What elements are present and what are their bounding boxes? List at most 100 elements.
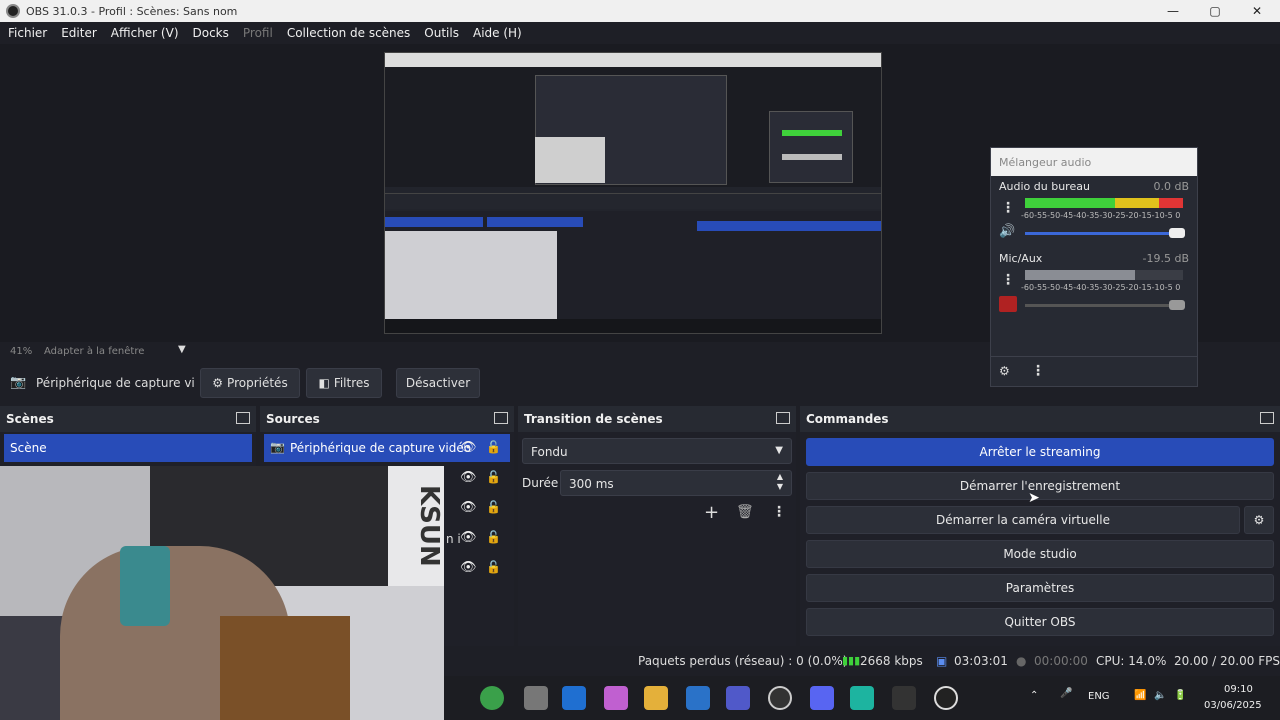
volume-meter-mic [1025, 270, 1183, 280]
menu-profile[interactable]: Profil [243, 26, 273, 40]
media-player-icon[interactable] [934, 686, 958, 710]
outlook-icon[interactable] [686, 686, 710, 710]
menu-file[interactable]: Fichier [8, 26, 47, 40]
weather-icon[interactable] [480, 686, 504, 710]
scene-item[interactable]: Scène [4, 434, 252, 462]
mixer-title[interactable]: Mélangeur audio [991, 148, 1197, 176]
eye-icon-2[interactable]: 👁 [460, 470, 477, 485]
slider-knob[interactable] [1169, 228, 1185, 238]
undock-icon-commands[interactable] [1260, 412, 1274, 424]
meter-green [1025, 198, 1115, 208]
trash-icon[interactable]: 🗑 [736, 504, 754, 520]
obs-taskbar-icon[interactable] [768, 686, 792, 710]
clock-time[interactable]: 09:10 [1224, 684, 1253, 695]
mic-icon[interactable]: 🎤 [1060, 688, 1072, 699]
stop-streaming-button[interactable]: Arrêter le streaming [806, 438, 1274, 466]
spinner-icon[interactable]: ▲ ▼ [777, 472, 783, 492]
transition-menu-icon[interactable]: ⋮ [772, 504, 786, 520]
advanced-audio-icon[interactable]: ⚙ [999, 364, 1010, 378]
undock-icon-transition[interactable] [776, 412, 790, 424]
source-item-partial[interactable]: n i [446, 532, 461, 546]
webcam-poster-text: KSUN [388, 466, 444, 586]
start-recording-button[interactable]: Démarrer l'enregistrement [806, 472, 1274, 500]
mixer-menu-icon[interactable]: ⋮ [1031, 360, 1045, 382]
undock-icon-sources[interactable] [494, 412, 508, 424]
lock-icon-3[interactable]: 🔓 [486, 500, 501, 514]
close-button[interactable]: ✕ [1234, 0, 1280, 22]
channel-db-desktop: 0.0 dB [1153, 180, 1189, 193]
meter-red [1159, 198, 1183, 208]
volume-slider-desktop[interactable] [1025, 228, 1185, 238]
preview-nested-mixer [769, 111, 853, 183]
eye-icon-5[interactable]: 👁 [460, 560, 477, 575]
battery-icon[interactable]: 🔋 [1174, 690, 1186, 701]
taskbar: ⌃ 🎤 ENG 📶 🔈 🔋 09:10 03/06/2025 [444, 676, 1280, 720]
menu-edit[interactable]: Editer [61, 26, 97, 40]
app-icon-blue[interactable] [562, 686, 586, 710]
add-icon[interactable]: + [704, 502, 719, 523]
maximize-button[interactable]: ▢ [1192, 0, 1238, 22]
camera-icon-source: 📷 [270, 440, 285, 454]
wifi-icon[interactable]: 📶 [1134, 690, 1146, 701]
preview-nested-docks [385, 211, 881, 327]
tray-chevron-icon[interactable]: ⌃ [1030, 690, 1038, 701]
lock-icon[interactable]: 🔓 [486, 440, 501, 454]
zoom-row: 41% Adapter à la fenêtre ▼ [0, 342, 990, 360]
zoom-mode[interactable]: Adapter à la fenêtre [44, 346, 144, 357]
transition-header: Transition de scènes [518, 406, 796, 432]
audio-mixer-panel: Mélangeur audio Audio du bureau 0.0 dB ⋮… [990, 147, 1198, 387]
properties-button[interactable]: ⚙ Propriétés [200, 368, 300, 398]
menu-scene-collection[interactable]: Collection de scènes [287, 26, 410, 40]
slider-knob-mic[interactable] [1169, 300, 1185, 310]
muted-speaker-icon[interactable] [999, 296, 1017, 312]
language-indicator[interactable]: ENG [1088, 691, 1110, 702]
chevron-down-icon-transition: ▼ [775, 445, 783, 456]
channel-menu-icon-mic[interactable]: ⋮ [1001, 269, 1015, 291]
camera-icon: 📷 [10, 375, 27, 390]
eye-icon-4[interactable]: 👁 [460, 530, 477, 545]
folder-icon[interactable] [644, 686, 668, 710]
menu-help[interactable]: Aide (H) [473, 26, 522, 40]
transition-select[interactable]: Fondu ▼ [522, 438, 792, 464]
start-virtualcam-button[interactable]: Démarrer la caméra virtuelle [806, 506, 1240, 534]
obs-logo-icon [6, 4, 20, 18]
chevron-down-icon[interactable]: ▼ [178, 344, 186, 355]
volume-meter-desktop [1025, 198, 1183, 208]
lock-icon-5[interactable]: 🔓 [486, 560, 501, 574]
preview-canvas[interactable] [384, 52, 882, 334]
lock-icon-2[interactable]: 🔓 [486, 470, 501, 484]
mixer-divider [991, 356, 1197, 357]
menu-view[interactable]: Afficher (V) [111, 26, 179, 40]
volume-icon[interactable]: 🔈 [1154, 690, 1166, 701]
undock-icon[interactable] [236, 412, 250, 424]
settings-button[interactable]: Paramètres [806, 574, 1274, 602]
fps: 20.00 / 20.00 FPS [1174, 654, 1280, 668]
audio-app-icon[interactable] [892, 686, 916, 710]
channel-menu-icon[interactable]: ⋮ [1001, 197, 1015, 219]
stream-time: 03:03:01 [954, 654, 1008, 668]
clock-date[interactable]: 03/06/2025 [1204, 700, 1262, 711]
edge-icon[interactable] [850, 686, 874, 710]
minimize-button[interactable]: — [1150, 0, 1196, 22]
eye-icon[interactable]: 👁 [460, 440, 477, 455]
filters-button[interactable]: ◧ Filtres [306, 368, 382, 398]
discord-icon[interactable] [810, 686, 834, 710]
menu-tools[interactable]: Outils [424, 26, 459, 40]
eye-icon-3[interactable]: 👁 [460, 500, 477, 515]
duration-input[interactable]: 300 ms ▲ ▼ [560, 470, 792, 496]
lock-icon-4[interactable]: 🔓 [486, 530, 501, 544]
volume-slider-mic[interactable] [1025, 300, 1185, 310]
properties-label: Propriétés [227, 376, 288, 390]
deactivate-button[interactable]: Désactiver [396, 368, 480, 398]
virtualcam-settings-icon[interactable]: ⚙ [1244, 506, 1274, 534]
meter-muted [1025, 270, 1135, 280]
preview-nested-webcam-big [385, 231, 557, 327]
menu-docks[interactable]: Docks [193, 26, 229, 40]
teams-icon[interactable] [726, 686, 750, 710]
file-icon[interactable] [524, 686, 548, 710]
speaker-icon[interactable]: 🔊 [999, 224, 1017, 240]
copilot-icon[interactable] [604, 686, 628, 710]
studio-mode-button[interactable]: Mode studio [806, 540, 1274, 568]
quit-button[interactable]: Quitter OBS [806, 608, 1274, 636]
mouse-cursor: ➤ [1028, 490, 1040, 506]
